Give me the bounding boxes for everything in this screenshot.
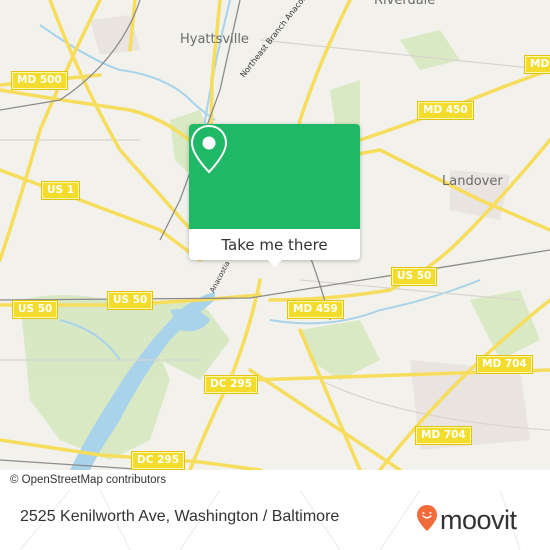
take-me-there-button[interactable]: Take me there [189,229,360,260]
route-shield-us-50-east: US 50 [390,267,438,286]
moovit-pin-icon [416,504,438,536]
route-shield-dc-295-south: DC 295 [131,451,185,470]
route-shield-md-500: MD 500 [11,71,68,90]
map-view[interactable]: Hyattsville Riverdale Landover Northeast… [0,0,550,470]
footer-bar: 2525 Kenilworth Ave, Washington / Baltim… [0,490,550,550]
moovit-logo[interactable]: moovit [416,504,517,536]
place-label-riverdale: Riverdale [374,0,436,8]
route-shield-md-704-south: MD 704 [415,426,472,445]
destination-address: 2525 Kenilworth Ave, Washington / Baltim… [20,508,340,525]
place-label-landover: Landover [442,174,503,189]
popup-header [189,124,360,229]
route-shield-us-50-center: US 50 [106,291,154,310]
place-label-hyattsville: Hyattsville [180,32,249,47]
destination-popup: Take me there [189,124,360,267]
moovit-wordmark: moovit [440,504,517,535]
route-shield-us-1: US 1 [40,181,81,200]
route-shield-us-50-west: US 50 [11,300,59,319]
popup-pointer [267,259,283,267]
map-attribution[interactable]: © OpenStreetMap contributors [0,470,175,490]
route-shield-md-704-east: MD 704 [476,355,533,374]
route-shield-md-4: MD 4 [523,55,550,74]
route-shield-md-459: MD 459 [287,300,344,319]
route-shield-md-450: MD 450 [417,101,474,120]
route-shield-dc-295-north: DC 295 [204,375,258,394]
